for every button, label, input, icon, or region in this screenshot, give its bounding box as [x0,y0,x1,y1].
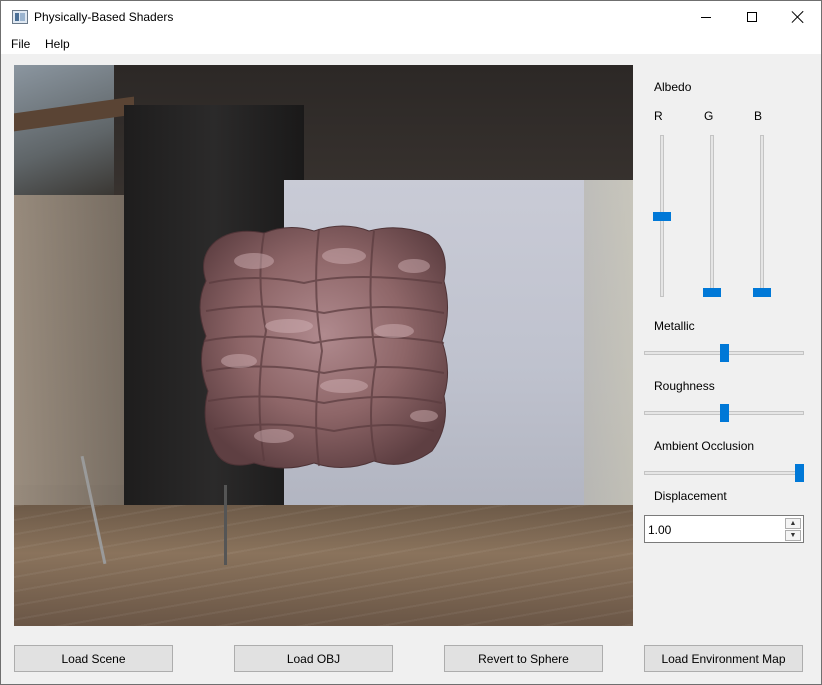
title-bar[interactable]: Physically-Based Shaders [1,1,821,33]
load-scene-button[interactable]: Load Scene [14,645,173,672]
displacement-spinbox[interactable]: 1.00 ▲ ▼ [644,515,804,543]
slider-groove [760,135,764,297]
displacement-value[interactable]: 1.00 [648,523,671,537]
close-icon [791,10,805,24]
env-floor-boards [14,505,633,626]
menu-bar: File Help [1,33,821,54]
menu-file[interactable]: File [11,37,30,51]
roughness-label: Roughness [654,379,715,393]
env-light-stand [224,485,227,565]
slider-handle[interactable] [720,344,729,362]
slider-handle[interactable] [653,212,671,221]
ambient-occlusion-slider[interactable] [644,463,804,483]
albedo-r-label: R [654,109,663,123]
albedo-label: Albedo [654,80,692,94]
spin-up-icon[interactable]: ▲ [785,518,801,529]
albedo-b-slider[interactable] [752,135,772,297]
material-panel: Albedo R G B Metallic Roughness Ambient … [633,65,821,626]
window-title: Physically-Based Shaders [34,10,174,24]
env-backdrop-edge [584,180,633,550]
metallic-slider[interactable] [644,343,804,363]
load-obj-button[interactable]: Load OBJ [234,645,393,672]
menu-help[interactable]: Help [45,37,70,51]
displacement-label: Displacement [654,489,727,503]
minimize-button[interactable] [683,1,729,33]
albedo-g-label: G [704,109,714,123]
spin-down-icon[interactable]: ▼ [785,530,801,541]
slider-handle[interactable] [795,464,804,482]
slider-handle[interactable] [703,288,721,297]
metallic-label: Metallic [654,319,695,333]
env-window [14,65,114,195]
app-icon [12,10,28,24]
maximize-button[interactable] [729,1,775,33]
albedo-g-slider[interactable] [702,135,722,297]
albedo-b-label: B [754,109,763,123]
slider-groove [710,135,714,297]
slider-handle[interactable] [753,288,771,297]
env-wall [14,195,134,525]
slider-groove [644,471,804,475]
rendered-mesh [199,225,448,469]
revert-to-sphere-button[interactable]: Revert to Sphere [444,645,603,672]
load-environment-map-button[interactable]: Load Environment Map [644,645,803,672]
app-window: Physically-Based Shaders File Help Albed… [0,0,822,685]
maximize-icon [747,12,757,22]
render-viewport[interactable] [14,65,633,626]
roughness-slider[interactable] [644,403,804,423]
ambient-occlusion-label: Ambient Occlusion [654,439,755,453]
minimize-icon [701,16,711,18]
slider-handle[interactable] [720,404,729,422]
albedo-r-slider[interactable] [652,135,672,297]
close-button[interactable] [775,1,821,33]
